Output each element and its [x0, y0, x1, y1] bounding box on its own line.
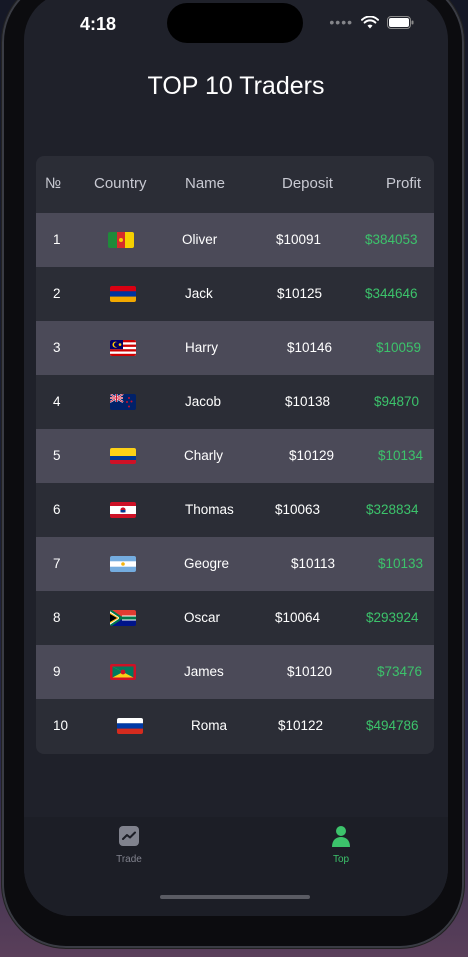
trader-profit: $10134	[378, 448, 424, 463]
tab-top[interactable]: Top	[301, 825, 381, 865]
trader-profit: $94870	[374, 394, 420, 409]
colombia-flag-icon	[110, 448, 136, 464]
trader-name: Oscar	[184, 610, 221, 625]
table-row[interactable]: 9 James $10120 $73476	[36, 645, 434, 699]
row-number: 7	[53, 556, 61, 571]
traders-table: № Country Name Deposit Profit 1 Oliver $…	[36, 156, 434, 754]
table-row[interactable]: 2 Jack $10125 $344646	[36, 267, 434, 321]
trader-name: Charly	[184, 448, 224, 463]
trader-profit: $10133	[378, 556, 424, 571]
trader-deposit: $10146	[287, 340, 333, 355]
trader-profit: $344646	[365, 286, 418, 301]
header-number: №	[45, 175, 62, 192]
header-profit: Profit	[386, 175, 422, 192]
cameroon-flag-icon	[108, 232, 134, 248]
malaysia-flag-icon	[110, 340, 136, 356]
table-row[interactable]: 5 Charly $10129 $10134	[36, 429, 434, 483]
row-number: 3	[53, 340, 61, 355]
tab-top-label: Top	[332, 854, 350, 865]
row-number: 5	[53, 448, 61, 463]
trader-deposit: $10120	[287, 664, 333, 679]
trader-profit: $10059	[376, 340, 422, 355]
trader-deposit: $10063	[275, 502, 321, 517]
trader-deposit: $10125	[277, 286, 323, 301]
header-name: Name	[185, 175, 226, 192]
row-number: 1	[53, 232, 61, 247]
trader-name: Jacob	[185, 394, 222, 409]
trader-deposit: $10129	[289, 448, 335, 463]
row-number: 10	[53, 718, 69, 733]
trader-name: Oliver	[182, 232, 218, 247]
table-row[interactable]: 1 Oliver $10091 $384053	[36, 213, 434, 267]
table-row[interactable]: 8 Oscar $10064 $293924	[36, 591, 434, 645]
row-number: 8	[53, 610, 61, 625]
phone-frame: 4:18 •••• TOP 10 Traders № Country Name …	[2, 0, 464, 948]
tab-bar: Trade Top	[24, 817, 448, 916]
dynamic-island	[167, 3, 303, 43]
battery-icon	[387, 15, 414, 29]
trader-profit: $73476	[377, 664, 423, 679]
header-deposit: Deposit	[282, 175, 333, 192]
status-time: 4:18	[80, 14, 117, 34]
app-screen: 4:18 •••• TOP 10 Traders № Country Name …	[24, 0, 448, 916]
row-number: 2	[53, 286, 61, 301]
trader-profit: $494786	[366, 718, 419, 733]
trader-name: Geogre	[184, 556, 230, 571]
table-row[interactable]: 6 Thomas $10063 $328834	[36, 483, 434, 537]
trader-deposit: $10091	[276, 232, 322, 247]
user-icon	[332, 826, 350, 847]
french-polynesia-flag-icon	[110, 502, 136, 518]
table-row[interactable]: 10 Roma $10122 $494786	[36, 699, 434, 753]
grenada-flag-icon	[110, 664, 136, 680]
row-number: 4	[53, 394, 61, 409]
south-africa-flag-icon	[110, 610, 136, 626]
new-zealand-flag-icon	[110, 394, 136, 410]
signal-icon: ••••	[329, 14, 353, 30]
header-country: Country	[94, 175, 147, 192]
home-indicator	[160, 895, 310, 899]
armenia-flag-icon	[110, 286, 136, 302]
table-header: № Country Name Deposit Profit	[36, 156, 434, 213]
status-icons: ••••	[329, 14, 414, 30]
trader-profit: $384053	[365, 232, 418, 247]
trader-name: Thomas	[185, 502, 234, 517]
page-title: TOP 10 Traders	[147, 72, 325, 100]
wifi-icon	[361, 15, 379, 29]
chart-icon	[119, 826, 139, 846]
trader-profit: $293924	[366, 610, 419, 625]
row-number: 6	[53, 502, 61, 517]
trader-name: James	[184, 664, 224, 679]
russia-flag-icon	[117, 718, 143, 734]
trader-name: Jack	[185, 286, 213, 301]
table-row[interactable]: 3 Harry $10146 $10059	[36, 321, 434, 375]
trader-name: Harry	[185, 340, 218, 355]
trader-deposit: $10113	[291, 556, 336, 571]
trader-deposit: $10122	[278, 718, 324, 733]
argentina-flag-icon	[110, 556, 136, 572]
tab-trade[interactable]: Trade	[89, 825, 169, 865]
trader-profit: $328834	[366, 502, 419, 517]
row-number: 9	[53, 664, 61, 679]
trader-deposit: $10064	[275, 610, 321, 625]
table-row[interactable]: 4 Jacob $10138 $94870	[36, 375, 434, 429]
trader-name: Roma	[191, 718, 228, 733]
trader-deposit: $10138	[285, 394, 331, 409]
table-row[interactable]: 7 Geogre $10113 $10133	[36, 537, 434, 591]
tab-trade-label: Trade	[116, 854, 142, 865]
